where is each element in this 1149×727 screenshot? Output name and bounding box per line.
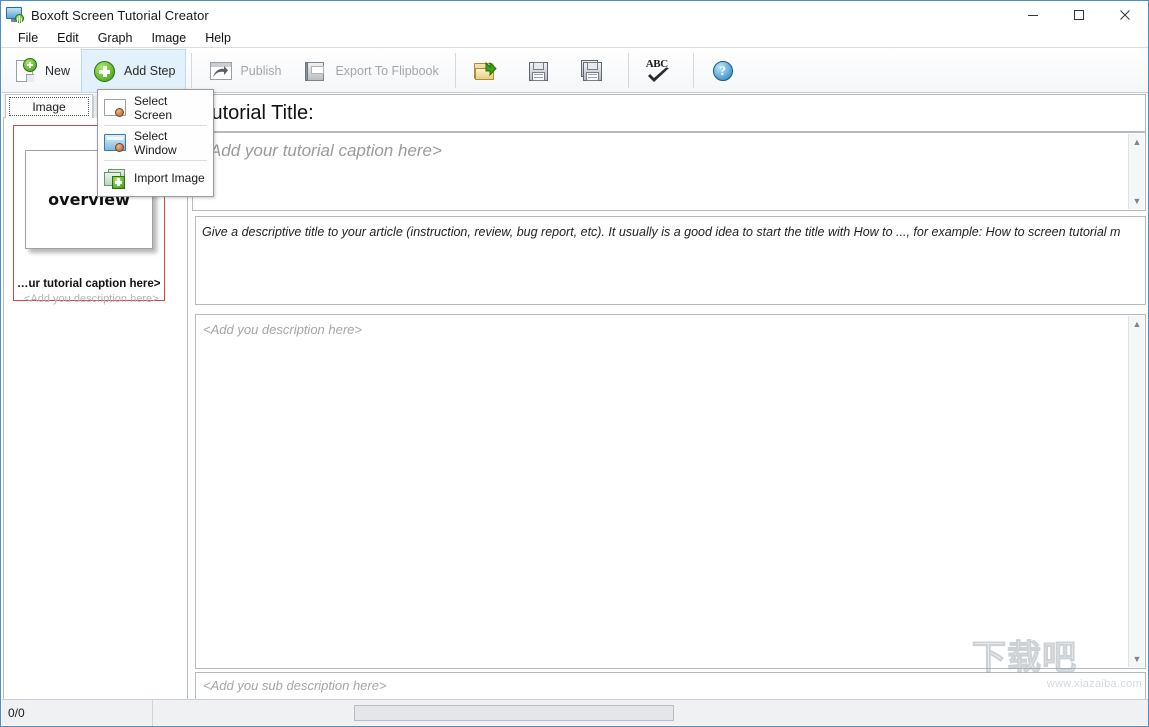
title-bar: Boxoft Screen Tutorial Creator bbox=[1, 1, 1148, 29]
status-message bbox=[153, 700, 353, 726]
status-step-count: 0/0 bbox=[2, 700, 153, 726]
tutorial-caption-placeholder: <Add your tutorial caption here> bbox=[200, 141, 442, 161]
publish-button-label: Publish bbox=[240, 64, 281, 78]
menu-item-graph[interactable]: Graph bbox=[89, 30, 142, 46]
save-all-icon bbox=[580, 58, 606, 84]
toolbar-separator bbox=[191, 53, 192, 88]
title-hint-field: Give a descriptive title to your article… bbox=[195, 216, 1146, 305]
add-step-button-label: Add Step bbox=[124, 64, 175, 78]
close-icon[interactable] bbox=[1102, 1, 1148, 29]
menu-item-help[interactable]: Help bbox=[196, 30, 240, 46]
window-controls bbox=[1010, 1, 1148, 29]
description-scrollbar[interactable]: ▲ ▼ bbox=[1128, 316, 1144, 667]
new-document-icon bbox=[13, 58, 39, 84]
spell-check-button[interactable]: ABC bbox=[634, 49, 688, 93]
menu-item-edit[interactable]: Edit bbox=[48, 30, 88, 46]
menu-item-select-window[interactable]: Select Window bbox=[98, 127, 213, 159]
tutorial-title-field[interactable]: Tutorial Title: bbox=[192, 94, 1146, 132]
add-step-plus-icon bbox=[92, 58, 118, 84]
sub-description-placeholder: <Add you sub description here> bbox=[203, 678, 387, 693]
menu-item-file[interactable]: File bbox=[9, 30, 47, 46]
spell-check-abc-icon: ABC bbox=[645, 58, 671, 84]
menu-item-select-screen[interactable]: Select Screen bbox=[98, 92, 213, 124]
new-button[interactable]: New bbox=[2, 49, 81, 93]
chevron-up-icon[interactable]: ▲ bbox=[1129, 316, 1145, 332]
help-button[interactable]: ? bbox=[699, 49, 753, 93]
main-area: Tutorial Title: <Add your tutorial capti… bbox=[192, 94, 1148, 700]
monitor-add-icon bbox=[6, 7, 24, 23]
import-image-icon bbox=[104, 169, 126, 188]
save-all-button[interactable] bbox=[569, 49, 623, 93]
caption-scrollbar[interactable]: ▲ ▼ bbox=[1128, 134, 1144, 209]
toolbar: New Add Step Publish Export To Flipbook bbox=[2, 49, 1148, 93]
publish-arrow-icon bbox=[208, 58, 234, 84]
new-button-label: New bbox=[45, 64, 70, 78]
window-title: Boxoft Screen Tutorial Creator bbox=[31, 8, 209, 23]
step-description: <Add you description here> bbox=[24, 293, 162, 305]
tutorial-caption-field[interactable]: <Add your tutorial caption here> ▲ ▼ bbox=[192, 132, 1146, 211]
description-placeholder: <Add you description here> bbox=[203, 322, 362, 337]
menu-bar: File Edit Graph Image Help bbox=[1, 29, 1148, 48]
minimize-icon[interactable] bbox=[1010, 1, 1056, 29]
save-button[interactable] bbox=[515, 49, 569, 93]
status-bar: 0/0 bbox=[2, 699, 1148, 725]
add-step-button[interactable]: Add Step bbox=[81, 49, 186, 93]
select-window-icon bbox=[104, 134, 126, 153]
menu-item-select-window-label: Select Window bbox=[134, 129, 207, 157]
select-screen-icon bbox=[104, 99, 126, 118]
tab-image[interactable]: Image bbox=[5, 94, 93, 118]
page-title: Tutorial Title: bbox=[200, 102, 314, 125]
menu-item-select-screen-label: Select Screen bbox=[134, 94, 207, 122]
open-folder-icon bbox=[472, 58, 498, 84]
menu-separator bbox=[104, 125, 207, 126]
save-icon bbox=[526, 58, 552, 84]
chevron-up-icon[interactable]: ▲ bbox=[1129, 134, 1145, 150]
toolbar-separator bbox=[693, 53, 694, 88]
open-button[interactable] bbox=[461, 49, 515, 93]
application-window: Boxoft Screen Tutorial Creator File Edit… bbox=[0, 0, 1149, 727]
export-to-flipbook-button[interactable]: Export To Flipbook bbox=[292, 49, 449, 93]
publish-button[interactable]: Publish bbox=[197, 49, 292, 93]
menu-item-import-image-label: Import Image bbox=[134, 171, 205, 185]
focus-ring bbox=[9, 97, 89, 116]
menu-item-image[interactable]: Image bbox=[142, 30, 195, 46]
status-progress-bar bbox=[354, 705, 674, 721]
description-field[interactable]: <Add you description here> ▲ ▼ bbox=[195, 314, 1146, 669]
add-step-dropdown-menu: Select Screen Select Window Import Image bbox=[97, 89, 214, 197]
toolbar-separator bbox=[628, 53, 629, 88]
toolbar-separator bbox=[455, 53, 456, 88]
book-icon bbox=[303, 58, 329, 84]
step-caption: …ur tutorial caption here> bbox=[17, 278, 162, 290]
chevron-down-icon[interactable]: ▼ bbox=[1129, 193, 1145, 209]
step-list[interactable]: Step overview …ur tutorial caption here>… bbox=[3, 118, 188, 700]
chevron-down-icon[interactable]: ▼ bbox=[1129, 651, 1145, 667]
maximize-icon[interactable] bbox=[1056, 1, 1102, 29]
sub-description-field[interactable]: <Add you sub description here> bbox=[195, 672, 1146, 700]
export-to-flipbook-button-label: Export To Flipbook bbox=[335, 64, 438, 78]
menu-item-import-image[interactable]: Import Image bbox=[98, 162, 213, 194]
title-hint-text: Give a descriptive title to your article… bbox=[202, 225, 1141, 239]
menu-separator bbox=[104, 160, 207, 161]
help-question-icon: ? bbox=[710, 58, 736, 84]
